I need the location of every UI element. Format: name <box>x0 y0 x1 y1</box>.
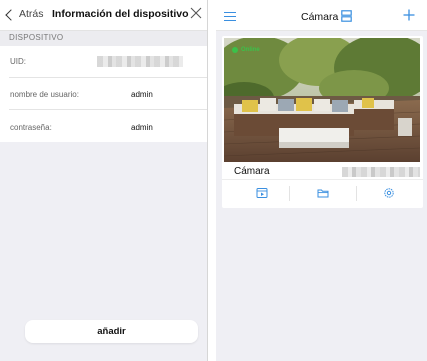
plus-icon[interactable] <box>403 9 415 21</box>
device-info-list: UID: nombre de usuario: admin contraseña… <box>0 46 207 142</box>
layout-icon[interactable] <box>341 10 352 22</box>
uid-value-redacted <box>97 56 183 67</box>
back-chevron-icon <box>5 8 17 21</box>
online-status-badge: Online <box>232 47 260 53</box>
back-button[interactable]: Atrás <box>5 8 44 21</box>
page-title: Información del dispositivo <box>52 8 189 20</box>
camera-preview[interactable]: Online <box>224 38 420 162</box>
uid-row: UID: <box>0 46 207 78</box>
section-label: DISPOSITIVO <box>9 33 64 42</box>
uid-label: UID: <box>10 57 26 66</box>
close-icon[interactable] <box>189 6 203 20</box>
device-info-panel: Atrás Información del dispositivo DISPOS… <box>0 0 208 361</box>
password-label: contraseña: <box>10 123 52 132</box>
online-status-text: Online <box>241 47 260 53</box>
password-row: contraseña: admin <box>0 110 207 142</box>
password-value: admin <box>131 123 153 132</box>
device-info-header: Atrás Información del dispositivo <box>0 0 207 31</box>
camera-action-bar <box>222 182 423 206</box>
back-label: Atrás <box>19 8 44 20</box>
add-button[interactable]: añadir <box>25 320 198 343</box>
camera-snapshot-image <box>224 38 420 162</box>
username-value: admin <box>131 90 153 99</box>
menu-icon[interactable] <box>224 12 236 22</box>
folder-icon[interactable] <box>317 187 329 199</box>
camera-id-redacted <box>342 167 420 177</box>
username-label: nombre de usuario: <box>10 90 79 99</box>
camera-card: Online Cámara <box>222 36 423 208</box>
online-dot-icon <box>232 47 238 53</box>
add-button-area: añadir <box>0 320 207 345</box>
camera-list-header: Cámara <box>216 0 427 31</box>
username-row: nombre de usuario: admin <box>0 78 207 110</box>
playback-icon[interactable] <box>256 187 268 199</box>
page-title: Cámara <box>301 11 339 23</box>
camera-name: Cámara <box>234 166 270 177</box>
camera-list-panel: Cámara Online Cámara <box>216 0 427 361</box>
section-header: DISPOSITIVO <box>0 31 207 46</box>
settings-icon[interactable] <box>383 187 395 199</box>
